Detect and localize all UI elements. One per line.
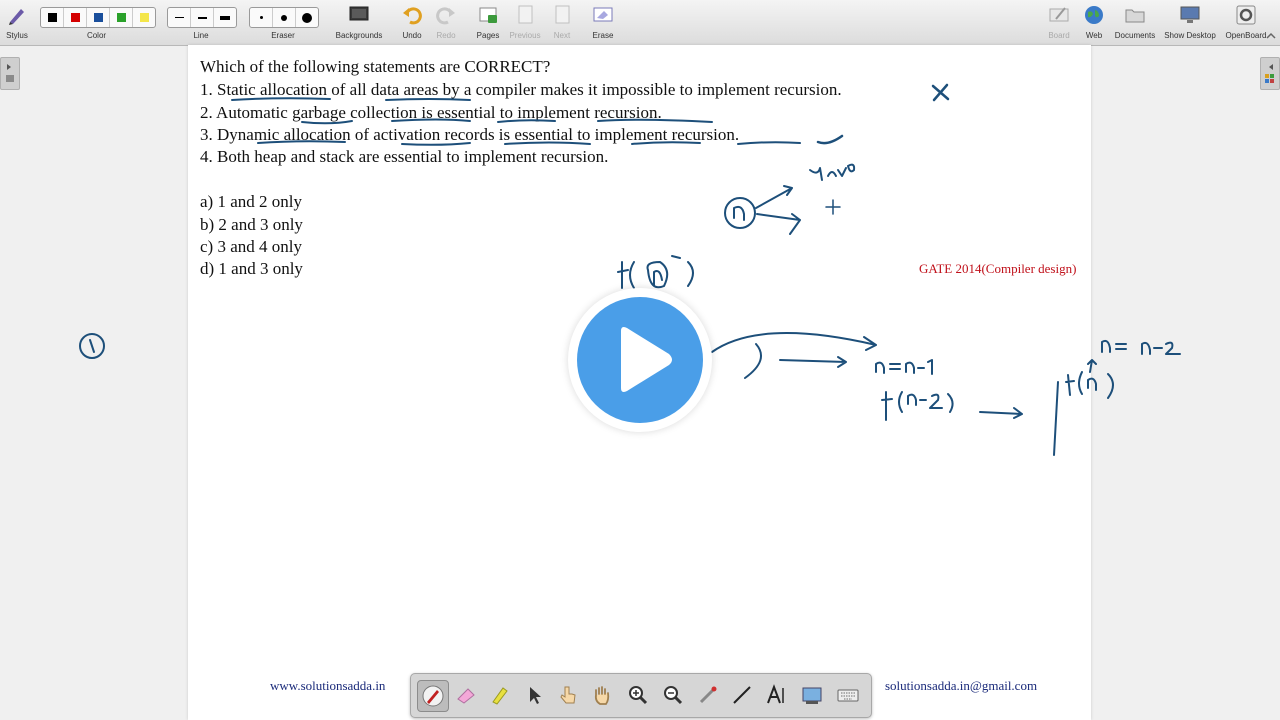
underline-dynamic-allocation (257, 140, 346, 144)
underline-static-allocation (231, 97, 331, 101)
java-scribble (809, 163, 856, 181)
laser-icon (699, 686, 717, 704)
arrow-upper (755, 185, 793, 209)
zoom-in-button[interactable] (623, 680, 653, 710)
pen-icon (422, 685, 444, 707)
zoom-in-icon (629, 686, 648, 705)
n-equals-n-minus-1 (875, 359, 933, 375)
plus-sign (825, 199, 841, 215)
underline-records (504, 141, 591, 145)
pointer-tool-button[interactable] (519, 680, 549, 710)
video-play-button[interactable] (568, 288, 712, 432)
hand-icon (594, 686, 610, 705)
play-tool-button[interactable] (553, 680, 583, 710)
eraser-tool-button[interactable] (451, 680, 481, 710)
underline-essential (497, 119, 556, 123)
text-icon (767, 684, 784, 704)
underline-activation (401, 142, 471, 146)
circled-n (724, 197, 756, 229)
underline-data-areas (385, 98, 471, 101)
pen-tool-button[interactable] (417, 680, 449, 712)
f-of-n (617, 255, 694, 289)
hand-tool-button[interactable] (587, 680, 617, 710)
underline-recursion (737, 141, 801, 145)
tick-mark (816, 134, 844, 145)
arrow-lower (756, 213, 801, 235)
tool-palette (410, 673, 872, 718)
play-button-circle (577, 297, 703, 423)
laser-tool-button[interactable] (693, 680, 723, 710)
line-icon (733, 686, 751, 704)
n-equals-n-minus-2 (1101, 339, 1181, 355)
underline-implement-2 (631, 141, 701, 145)
f-of-n-minus-2 (881, 391, 954, 421)
cross-mark (931, 83, 950, 102)
f-of-n-right (1065, 359, 1114, 399)
zoom-out-button[interactable] (658, 680, 688, 710)
arrow-right-2 (779, 356, 847, 368)
capture-icon (802, 687, 822, 704)
highlighter-icon (492, 687, 508, 705)
underline-implement (597, 118, 713, 123)
arrow-right-3 (979, 407, 1023, 419)
underline-collection (391, 118, 471, 122)
pointer-icon (530, 687, 541, 704)
curved-arrow (711, 332, 877, 353)
underline-garbage (301, 120, 353, 125)
text-tool-button[interactable] (761, 680, 791, 710)
line-tool-button[interactable] (727, 680, 757, 710)
play-icon (621, 327, 672, 392)
hand-pointer-icon (560, 686, 576, 704)
keyboard-tool-button[interactable] (833, 680, 863, 710)
keyboard-icon (837, 689, 859, 702)
highlighter-tool-button[interactable] (485, 680, 515, 710)
zoom-out-icon (664, 686, 683, 705)
eraser-icon (457, 688, 475, 704)
capture-tool-button[interactable] (797, 680, 827, 710)
vertical-stroke (1053, 381, 1059, 456)
